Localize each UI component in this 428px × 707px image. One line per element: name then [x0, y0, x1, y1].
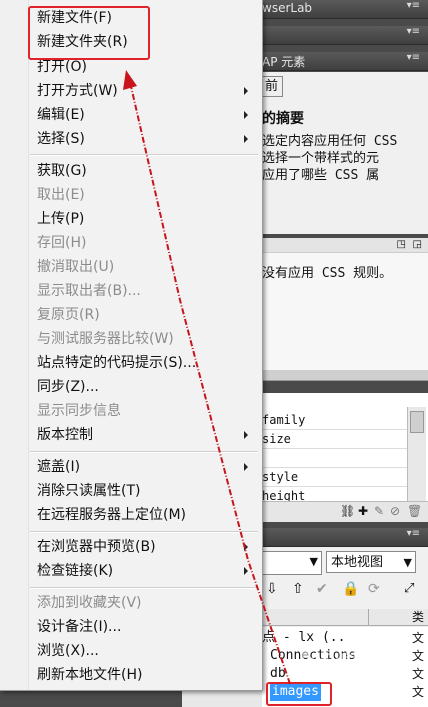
menu-icon-gutter — [0, 0, 29, 690]
menu-item-locate-on-remote[interactable]: 在远程服务器上定位(M) — [37, 504, 186, 526]
chevron-down-icon: ▼ — [309, 555, 318, 568]
property-row[interactable]: height — [262, 487, 407, 502]
submenu-arrow-icon — [244, 87, 248, 95]
menu-item-show-checked-out-by: 显示取出者(B)... — [37, 283, 141, 299]
menu-item-put[interactable]: 上传(P) — [37, 208, 84, 230]
menu-item-edit[interactable]: 编辑(E) — [37, 104, 85, 126]
disable-icon[interactable]: ⊘ — [390, 504, 400, 518]
properties-toolbar: ⛓ ✚ ✎ ⊘ 🗑 — [262, 501, 428, 522]
menu-item-explore[interactable]: 浏览(X)... — [37, 640, 99, 662]
files-toolbar: ⇩ ⇧ ✔ 🔒 ⟳ — [262, 581, 392, 601]
view-select[interactable]: 本地视图 ▼ — [326, 551, 416, 573]
watermark: Baidu经验 — [300, 649, 373, 665]
link-icon[interactable]: ⛓ — [340, 504, 355, 518]
put-files-icon[interactable]: ⇧ — [292, 581, 304, 597]
files-column-header: 类 — [262, 609, 428, 626]
menu-separator — [30, 451, 258, 453]
chevron-down-icon: ▼ — [403, 556, 412, 569]
view-select-value: 本地视图 — [331, 555, 384, 570]
properties-scrollbar[interactable] — [407, 407, 426, 501]
submenu-arrow-icon — [244, 463, 248, 471]
ap-elements-title: AP 元素 — [262, 55, 306, 69]
submenu-arrow-icon — [244, 567, 248, 575]
browserlab-title: wserLab — [262, 1, 313, 15]
expand-icon[interactable]: ⤢ — [404, 581, 414, 596]
file-type: 文 — [412, 685, 425, 699]
file-row[interactable]: 点 - lx (.. 文 — [262, 629, 428, 647]
files-panel-header[interactable]: ▾≡ — [262, 528, 428, 547]
highlight-box-images — [266, 682, 332, 706]
properties-panel: family size style height — [262, 393, 428, 502]
summary-line-3: 应用了哪些 CSS 属 — [262, 168, 380, 183]
checkin-icon[interactable]: 🔒 — [342, 581, 359, 597]
property-row[interactable]: style — [262, 468, 407, 487]
menu-item-get[interactable]: 获取(G) — [37, 160, 87, 182]
submenu-arrow-icon — [244, 543, 248, 551]
menu-item-check-in: 存回(H) — [37, 235, 87, 251]
current-tab-button[interactable]: 前 — [260, 76, 284, 97]
menu-separator — [30, 531, 258, 533]
rules-panel: ◳ ◲ 没有应用 CSS 规则。 — [262, 238, 428, 370]
new-rule-icon[interactable]: ✚ — [358, 504, 368, 518]
menu-item-open-with[interactable]: 打开方式(W) — [37, 80, 118, 102]
properties-divider[interactable] — [262, 370, 428, 381]
panel-collapsed-bar[interactable]: ▾≡ — [262, 26, 428, 45]
files-column-sep — [368, 609, 369, 625]
menu-item-check-out: 取出(E) — [37, 187, 85, 203]
panel-menu-icon[interactable]: ▾≡ — [407, 52, 420, 63]
menu-separator — [30, 154, 258, 156]
menu-item-cloaking[interactable]: 遮盖(I) — [37, 456, 80, 478]
menu-item-refresh-local[interactable]: 刷新本地文件(H) — [37, 664, 142, 686]
menu-item-show-sync-info: 显示同步信息 — [37, 403, 121, 419]
panel-menu-icon[interactable]: ▾≡ — [407, 0, 420, 11]
checkout-icon[interactable]: ✔ — [316, 581, 328, 597]
trash-icon[interactable]: 🗑 — [407, 504, 422, 518]
watermark-url: jingyan.baidu.com — [306, 664, 399, 675]
menu-separator — [30, 587, 258, 589]
file-type: 文 — [412, 667, 425, 681]
summary-heading: 的摘要 — [262, 111, 304, 127]
submenu-arrow-icon — [244, 111, 248, 119]
property-row[interactable] — [262, 449, 407, 468]
get-files-icon[interactable]: ⇩ — [266, 581, 278, 597]
panel-option-icon[interactable]: ◲ — [413, 239, 422, 250]
menu-item-remove-read-only[interactable]: 消除只读属性(T) — [37, 480, 140, 502]
panel-option-icon[interactable]: ◳ — [397, 239, 406, 250]
menu-item-site-code-hints[interactable]: 站点特定的代码提示(S)... — [37, 352, 196, 374]
menu-item-check-links[interactable]: 检查链接(K) — [37, 560, 113, 582]
menu-item-undo-check-out: 撤消取出(U) — [37, 259, 115, 275]
sync-icon[interactable]: ⟳ — [368, 581, 380, 597]
edit-icon[interactable]: ✎ — [374, 504, 384, 518]
css-panel: 前 的摘要 选定内容应用任何 CSS 选择一个带样式的元 应用了哪些 CSS 属 — [260, 72, 428, 234]
menu-item-version-control[interactable]: 版本控制 — [37, 424, 93, 446]
files-type-header[interactable]: 类 — [412, 608, 424, 625]
submenu-arrow-icon — [244, 431, 248, 439]
file-name: 点 - lx (.. — [262, 630, 346, 645]
tree-gutter — [182, 690, 262, 707]
site-select[interactable]: ▼ — [262, 551, 322, 575]
panel-menu-icon[interactable]: ▾≡ — [407, 528, 420, 539]
panel-toolbar: ◳ ◲ — [262, 238, 428, 253]
file-type: 文 — [412, 649, 425, 663]
browserlab-panel-header[interactable]: wserLab ▾≡ — [262, 0, 428, 19]
submenu-arrow-icon — [244, 135, 248, 143]
menu-item-synchronize[interactable]: 同步(Z)... — [37, 376, 99, 398]
highlight-box-menu — [28, 6, 150, 60]
ap-panel-header[interactable]: AP 元素 ▾≡ — [262, 52, 428, 71]
scrollbar-thumb[interactable] — [410, 411, 424, 433]
no-rules-text: 没有应用 CSS 规则。 — [262, 266, 393, 281]
file-name: db — [270, 666, 286, 681]
panel-menu-icon[interactable]: ▾≡ — [407, 26, 420, 37]
menu-item-compare-testing-server: 与测试服务器比较(W) — [37, 331, 174, 347]
menu-item-select[interactable]: 选择(S) — [37, 128, 85, 150]
property-row[interactable]: size — [262, 430, 407, 449]
context-menu: 新建文件(F) 新建文件夹(R) 打开(O) 打开方式(W) 编辑(E) 选择(… — [0, 0, 263, 691]
property-row[interactable]: family — [262, 411, 407, 430]
menu-item-design-notes[interactable]: 设计备注(I)... — [37, 616, 121, 638]
menu-item-add-to-favorites: 添加到收藏夹(V) — [37, 595, 142, 611]
menu-item-preview-in-browser[interactable]: 在浏览器中预览(B) — [37, 536, 156, 558]
file-type: 文 — [412, 631, 425, 645]
menu-item-revert-page: 复原页(R) — [37, 307, 100, 323]
